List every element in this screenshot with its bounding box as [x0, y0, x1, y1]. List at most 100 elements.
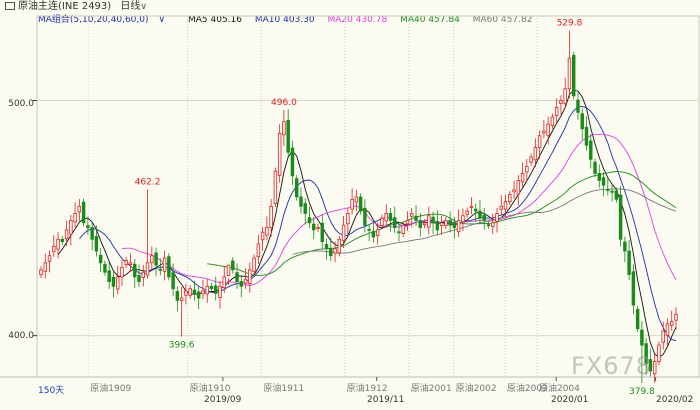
period-marker-label: 原油1912 [347, 382, 388, 394]
candle-body [503, 201, 508, 210]
candle-body [175, 291, 180, 301]
candle-body [346, 213, 350, 225]
candle-body [571, 54, 576, 97]
candle-body [593, 161, 597, 174]
period-marker-label: 原油2002 [456, 382, 497, 394]
label-local-high-1: 462.2 [135, 177, 161, 187]
candle-body [482, 214, 486, 221]
candle-body [623, 241, 627, 252]
period-marker-label: 原油1909 [90, 382, 131, 394]
candle-body [580, 113, 584, 130]
candle-body [375, 229, 380, 236]
candle-body [154, 252, 158, 266]
candle-body [277, 133, 282, 176]
candle-body [350, 198, 354, 210]
candle-body [222, 276, 226, 289]
candle-body [294, 178, 299, 198]
candle-body [563, 88, 567, 104]
candle-body [601, 177, 606, 186]
candle-body [141, 271, 146, 278]
candle-body [299, 196, 303, 207]
candle-body [243, 278, 248, 284]
candle-body [388, 213, 393, 221]
candle-body [495, 213, 499, 222]
candle-body [111, 276, 116, 287]
bar-count-label: 150天 [38, 386, 65, 396]
candle-body [137, 275, 141, 282]
candle-body [107, 270, 111, 282]
candle-body [448, 220, 452, 226]
candle-body [567, 57, 572, 90]
candle-body [533, 147, 538, 161]
candle-body [252, 257, 256, 272]
candle-body [273, 170, 278, 204]
candle-body [162, 257, 167, 272]
candle-body [610, 190, 614, 193]
x-month-2020-02: 2020/02 [656, 395, 694, 405]
candle-body [124, 260, 128, 266]
candle-body [64, 229, 69, 240]
candle-body [393, 217, 397, 228]
candle-body [192, 289, 197, 294]
candle-body [559, 100, 563, 104]
ma-line-ma20 [121, 133, 677, 286]
candle-body [491, 222, 495, 227]
candle-body [196, 291, 201, 299]
candle-body [384, 213, 388, 222]
candle-body [218, 285, 222, 298]
candle-body [597, 173, 602, 181]
candle-body [320, 222, 324, 243]
candle-body [589, 140, 593, 160]
x-month-2019-11: 2019/11 [367, 395, 405, 405]
candle-body [73, 213, 77, 223]
candle-body [435, 220, 440, 231]
candle-body [201, 290, 205, 295]
candlestick-chart[interactable]: 原油1909 原油1910 原油1911 原油1912 原油2001 原油2002 原油20… [0, 0, 700, 410]
label-max: 529.8 [557, 18, 583, 28]
candle-body [674, 314, 678, 321]
candle-body [316, 227, 320, 229]
candle-body [179, 297, 184, 301]
candle-body [235, 272, 239, 282]
candle-body [269, 205, 273, 228]
candle-body [312, 223, 316, 231]
candle-body [290, 147, 295, 177]
candle-body [363, 207, 367, 226]
candle-body [652, 361, 657, 375]
candle-body [303, 203, 307, 214]
label-min: 379.8 [629, 387, 655, 397]
candle-body [486, 224, 491, 227]
candle-body [341, 224, 346, 242]
candle-body [576, 99, 580, 113]
candle-body [418, 220, 423, 228]
candle-body [444, 220, 448, 227]
candle-body [260, 231, 265, 241]
candle-body [226, 264, 231, 276]
candle-body [469, 205, 474, 208]
candle-body [171, 272, 175, 290]
candle-body [478, 210, 482, 219]
candle-body [209, 285, 214, 290]
candle-body [380, 217, 384, 227]
candle-body [358, 196, 363, 212]
candle-body [618, 194, 623, 240]
candle-body [286, 119, 290, 153]
candle-body [86, 225, 90, 228]
candle-body [542, 130, 546, 134]
candle-body [606, 189, 610, 191]
candle-body [43, 262, 47, 272]
candle-body [120, 267, 124, 278]
candle-body [133, 263, 137, 278]
candle-body [329, 248, 333, 257]
candle-body [39, 269, 43, 275]
candle-body [516, 180, 521, 195]
candle-body [550, 116, 555, 126]
candle-body [422, 222, 427, 226]
candle-body [69, 220, 73, 235]
candle-body [410, 213, 414, 217]
candle-body [431, 216, 435, 224]
period-marker-label: 原油2004 [539, 382, 580, 394]
candle-body [77, 205, 82, 213]
candle-body [631, 271, 636, 306]
candle-body [397, 231, 401, 234]
